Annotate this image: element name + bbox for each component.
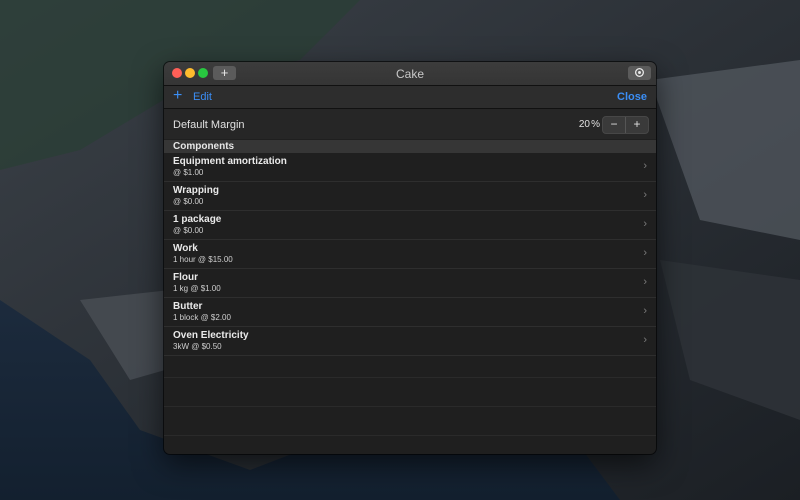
list-item[interactable]: Butter 1 block @ $2.00 › — [164, 298, 656, 327]
chevron-right-icon: › — [643, 218, 647, 230]
chevron-right-icon: › — [643, 305, 647, 317]
components-title: Components — [173, 141, 235, 152]
component-detail: @ $0.00 — [173, 197, 204, 206]
percent-unit: % — [591, 119, 600, 130]
empty-row — [164, 407, 656, 436]
add-component-icon[interactable]: + — [173, 88, 182, 104]
list-item[interactable]: Flour 1 kg @ $1.00 › — [164, 269, 656, 298]
decrement-button[interactable]: − — [603, 117, 626, 133]
margin-stepper[interactable]: − + — [602, 116, 649, 134]
toolbar: + Edit Close — [164, 86, 656, 109]
chevron-right-icon: › — [643, 189, 647, 201]
list-item[interactable]: Wrapping @ $0.00 › — [164, 182, 656, 211]
default-margin-label: Default Margin — [173, 119, 245, 131]
default-margin-value[interactable]: 20 — [579, 119, 590, 130]
edit-button[interactable]: Edit — [193, 91, 212, 103]
chevron-right-icon: › — [643, 276, 647, 288]
chevron-right-icon: › — [643, 334, 647, 346]
list-item[interactable]: Work 1 hour @ $15.00 › — [164, 240, 656, 269]
component-name: Flour — [173, 272, 198, 283]
chevron-right-icon: › — [643, 160, 647, 172]
empty-row — [164, 349, 656, 378]
chevron-right-icon: › — [643, 247, 647, 259]
component-detail: @ $1.00 — [173, 168, 204, 177]
title-bar[interactable]: + Cake — [164, 62, 656, 86]
component-name: Wrapping — [173, 185, 219, 196]
components-section-header: Components — [164, 140, 656, 153]
component-name: Work — [173, 243, 198, 254]
components-list: Equipment amortization @ $1.00 › Wrappin… — [164, 153, 656, 356]
list-item[interactable]: 1 package @ $0.00 › — [164, 211, 656, 240]
gear-icon — [635, 68, 644, 77]
list-item[interactable]: Equipment amortization @ $1.00 › — [164, 153, 656, 182]
component-detail: @ $0.00 — [173, 226, 204, 235]
close-button[interactable]: Close — [617, 91, 647, 103]
increment-button[interactable]: + — [626, 117, 648, 133]
component-name: 1 package — [173, 214, 222, 225]
empty-row — [164, 378, 656, 407]
component-detail: 1 block @ $2.00 — [173, 313, 231, 322]
component-name: Oven Electricity — [173, 330, 249, 341]
component-detail: 1 hour @ $15.00 — [173, 255, 233, 264]
component-name: Equipment amortization — [173, 156, 287, 167]
component-name: Butter — [173, 301, 203, 312]
window-title: Cake — [395, 67, 424, 81]
default-margin-row: Default Margin 20 % − + — [164, 109, 656, 139]
component-detail: 1 kg @ $1.00 — [173, 284, 221, 293]
app-window: + Cake + Edit Close Default Margin 20 % … — [164, 62, 656, 454]
empty-list-area — [164, 349, 656, 454]
settings-button[interactable] — [628, 66, 651, 80]
